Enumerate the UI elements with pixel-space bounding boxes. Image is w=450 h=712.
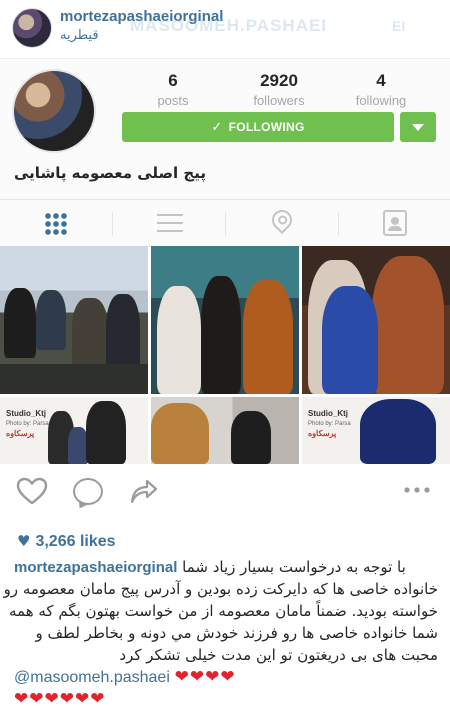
tagged-person-icon [383, 210, 407, 236]
tab-location [226, 200, 338, 246]
likes-count-text: 3,266 likes [35, 533, 116, 550]
followers-stat: 2920 followers [234, 71, 324, 108]
grid-photo: Studio_Ktj Photo by: Parsa پرسکاوه [302, 397, 450, 464]
like-heart-icon[interactable] [16, 476, 48, 506]
photo-grid: Studio_Ktj Photo by: Parsa پرسکاوه Studi… [0, 246, 450, 464]
followers-count: 2920 [260, 71, 298, 90]
likes-count[interactable]: ♥ 3,266 likes [17, 532, 116, 551]
following-count: 4 [376, 71, 386, 90]
caption-username[interactable]: mortezapashaeiorginal [14, 559, 177, 576]
caption-hearts-line: ❤❤❤❤❤❤ [14, 688, 438, 710]
following-button: ✓ FOLLOWING [122, 112, 394, 142]
red-heart-icons: ❤❤❤❤ [174, 667, 236, 687]
caption-first-line: mortezapashaeiorginal با توجه به درخواست… [14, 556, 438, 578]
caption-mention[interactable]: @masoomeh.pashaei [14, 669, 170, 686]
header-watermark-suffix: EI [392, 18, 406, 34]
grid-photo [151, 397, 299, 464]
author-avatar[interactable] [12, 8, 52, 48]
tab-tagged [339, 200, 450, 246]
check-icon: ✓ [211, 120, 223, 135]
share-arrow-icon[interactable] [128, 476, 158, 506]
caption-line: خانواده خاصی ها که دایرکت زده بودین و آد… [3, 580, 438, 598]
followers-label: followers [253, 93, 305, 108]
caption-text: با توجه به درخواست بسیار زیاد شما [182, 558, 406, 576]
posts-stat: 6 posts [128, 71, 218, 108]
caption-line: محبت های بی دریغتون تو این مدت خیلی تشکر… [119, 646, 438, 664]
caption-mention-line: @masoomeh.pashaei ❤❤❤❤ [14, 666, 438, 688]
map-pin-icon [267, 205, 297, 235]
profile-tabs [0, 199, 450, 247]
caption-line: خواسته بودید. ضمناً مامان معصومه از من خ… [8, 602, 438, 620]
likes-heart-icon: ♥ [17, 532, 31, 550]
grid-photo: Studio_Ktj Photo by: Parsa پرسکاوه [0, 397, 148, 464]
profile-avatar [12, 69, 96, 153]
caption-line: شما خانواده خاصی ها رو فرزند خودش مي دون… [35, 624, 438, 642]
post-actions [0, 470, 450, 514]
following-stat: 4 following [336, 71, 426, 108]
dropdown-caret-icon [400, 112, 436, 142]
post-header: mortezapashaeiorginal قیطریه MASOOMEH.PA… [0, 0, 450, 58]
post-location[interactable]: قیطریه [60, 28, 99, 43]
studio-stamp: Studio_Ktj Photo by: Parsa پرسکاوه [6, 409, 49, 438]
more-options-icon[interactable] [402, 487, 432, 493]
grid-photo [0, 246, 148, 394]
posts-count: 6 [168, 71, 178, 90]
tab-grid [0, 200, 112, 246]
grid-icon [44, 212, 68, 236]
grid-photo [302, 246, 450, 394]
profile-screenshot: 6 posts 2920 followers 4 following ✓ FOLL… [0, 58, 450, 247]
grid-photo [151, 246, 299, 394]
tab-list [113, 200, 225, 246]
following-button-label: FOLLOWING [228, 120, 305, 134]
posts-label: posts [157, 93, 189, 108]
header-watermark: MASOOMEH.PASHAEI [130, 16, 328, 35]
studio-stamp: Studio_Ktj Photo by: Parsa پرسکاوه [308, 409, 351, 438]
post-caption: mortezapashaeiorginal با توجه به درخواست… [3, 556, 438, 710]
following-label: following [355, 93, 407, 108]
red-heart-icons: ❤❤❤❤❤❤ [14, 689, 106, 709]
list-icon [157, 214, 183, 232]
comment-icon[interactable] [73, 478, 103, 505]
profile-bio: پیج اصلی معصومه پاشایی [14, 164, 206, 182]
